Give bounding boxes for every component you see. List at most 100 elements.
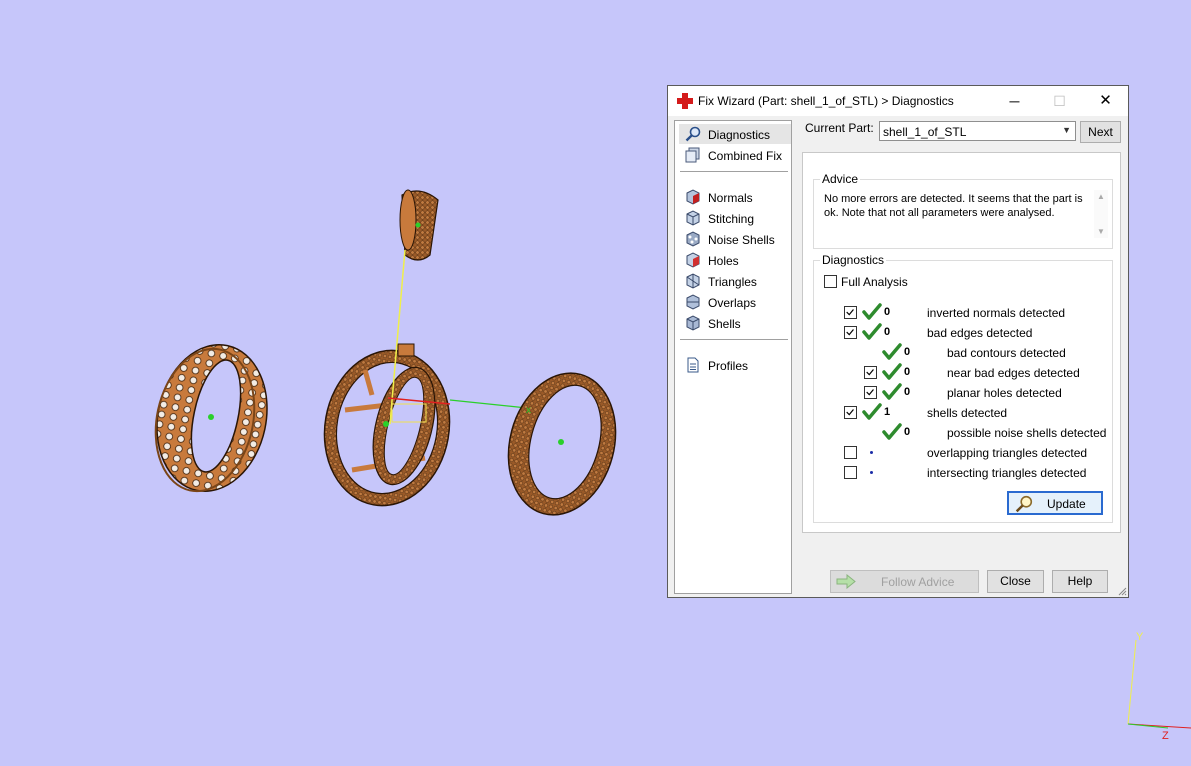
next-button[interactable]: Next [1080, 121, 1121, 143]
diagnostic-row-checkbox[interactable] [844, 466, 857, 479]
diagnostic-count: 0 [904, 426, 911, 438]
nav-item-profiles[interactable]: Profiles [679, 355, 791, 375]
green-check-icon [882, 423, 902, 440]
nav-label-profiles: Profiles [708, 359, 749, 373]
diagnostic-count: 0 [884, 326, 891, 338]
window-title: Fix Wizard (Part: shell_1_of_STL) > Diag… [698, 94, 954, 108]
nav-label-stitching: Stitching [708, 212, 755, 226]
diagnostic-count: 0 [904, 346, 911, 358]
diagnostic-label: planar holes detected [947, 386, 1062, 400]
green-check-icon [862, 323, 882, 340]
diagnostic-label: bad edges detected [927, 326, 1033, 340]
nav-label-combined-fix: Combined Fix [708, 149, 783, 163]
nav-item-noise-shells[interactable]: Noise Shells [679, 229, 791, 249]
fix-wizard-dialog: Fix Wizard (Part: shell_1_of_STL) > Diag… [667, 85, 1129, 598]
magnifier-icon [1015, 495, 1033, 513]
scroll-down-icon: ▼ [1097, 227, 1105, 236]
advice-text: No more errors are detected. It seems th… [824, 193, 1083, 219]
diagnostic-count: 0 [904, 386, 911, 398]
diagnostics-group: Diagnostics Full Analysis 0 inverted norm… [813, 253, 1113, 523]
pave-ring[interactable]: x [493, 361, 631, 527]
pendant-frame[interactable] [312, 189, 528, 516]
overlaps-cube-icon [686, 294, 700, 310]
current-part-select[interactable]: shell_1_of_STL ▼ [879, 121, 1076, 141]
shells-cube-icon [686, 315, 700, 331]
nav-item-combined-fix[interactable]: Combined Fix [679, 145, 791, 165]
diagnostic-row-checkbox[interactable] [864, 366, 877, 379]
diagnostic-row-checkbox[interactable] [844, 406, 857, 419]
green-check-icon [882, 363, 902, 380]
nav-separator [680, 171, 788, 172]
diagnostic-label: near bad edges detected [947, 366, 1080, 380]
follow-advice-button[interactable]: Follow Advice [830, 570, 979, 593]
nav-separator [680, 339, 788, 340]
normals-cube-icon [686, 189, 700, 205]
arrow-right-icon [836, 574, 856, 589]
diagnostic-count: 0 [904, 366, 911, 378]
nav-item-diagnostics[interactable]: Diagnostics [679, 124, 791, 144]
minimize-button[interactable]: ─ [992, 86, 1037, 116]
nav-item-normals[interactable]: Normals [679, 187, 791, 207]
nav-label-shells: Shells [708, 317, 741, 331]
diagnostic-label: bad contours detected [947, 346, 1066, 360]
advice-scrollbar[interactable]: ▲ ▼ [1094, 190, 1108, 238]
nav-item-overlaps[interactable]: Overlaps [679, 292, 791, 312]
pending-dot-icon [870, 471, 873, 474]
nav-label-holes: Holes [708, 254, 739, 268]
chevron-down-icon: ▼ [1062, 125, 1071, 135]
diagnostic-row-checkbox[interactable] [844, 326, 857, 339]
close-button[interactable]: Close [987, 570, 1044, 593]
checkmark-icon [846, 309, 854, 316]
pending-dot-icon [870, 451, 873, 454]
current-part-label: Current Part: [805, 121, 874, 135]
nav-item-shells[interactable]: Shells [679, 313, 791, 333]
holes-cube-icon [686, 252, 700, 268]
update-button[interactable]: Update [1007, 491, 1103, 515]
maximize-button[interactable]: ☐ [1037, 86, 1082, 116]
scroll-up-icon: ▲ [1097, 192, 1105, 201]
nav-label-triangles: Triangles [708, 275, 757, 289]
red-cross-icon [677, 93, 693, 109]
diagnostic-count: 1 [884, 406, 891, 418]
nav-item-triangles[interactable]: Triangles [679, 271, 791, 291]
axis-y-label: Y [1136, 631, 1144, 643]
checkmark-icon [866, 369, 874, 376]
diagnostic-row-checkbox[interactable] [844, 306, 857, 319]
diagnostic-label: intersecting triangles detected [927, 466, 1087, 480]
stitching-cube-icon [686, 210, 700, 226]
nav-item-stitching[interactable]: Stitching [679, 208, 791, 228]
axis-z-label: Z [1162, 730, 1169, 742]
diagnostic-count: 0 [884, 306, 891, 318]
update-label: Update [1047, 497, 1086, 511]
title-bar[interactable]: Fix Wizard (Part: shell_1_of_STL) > Diag… [668, 86, 1128, 116]
nav-label-normals: Normals [708, 191, 753, 205]
triangles-cube-icon [686, 273, 700, 289]
green-check-icon [862, 303, 882, 320]
noise-shells-icon [686, 231, 700, 247]
diagnostic-label: shells detected [927, 406, 1008, 420]
resize-grip-icon[interactable] [1117, 586, 1127, 596]
honeycomb-ring[interactable] [143, 334, 280, 501]
green-check-icon [882, 343, 902, 360]
full-analysis-checkbox[interactable] [824, 275, 837, 288]
diagnostics-title: Diagnostics [820, 253, 887, 267]
nav-label-overlaps: Overlaps [708, 296, 757, 310]
follow-advice-label: Follow Advice [881, 575, 955, 589]
close-window-button[interactable]: ✕ [1083, 86, 1128, 116]
checkmark-icon [846, 409, 854, 416]
diagnostic-label: overlapping triangles detected [927, 446, 1088, 460]
profiles-document-icon [687, 357, 699, 373]
diagnostic-row-checkbox[interactable] [844, 446, 857, 459]
diagnostics-panel: Advice No more errors are detected. It s… [802, 152, 1121, 533]
green-check-icon [862, 403, 882, 420]
diagnostic-label: possible noise shells detected [947, 426, 1107, 440]
advice-title: Advice [820, 172, 861, 186]
magnifier-icon [685, 126, 701, 142]
nav-label-diagnostics: Diagnostics [708, 128, 771, 142]
help-button[interactable]: Help [1052, 570, 1108, 593]
green-check-icon [882, 383, 902, 400]
combined-fix-icon [685, 147, 700, 163]
nav-item-holes[interactable]: Holes [679, 250, 791, 270]
diagnostic-row-checkbox[interactable] [864, 386, 877, 399]
advice-group: Advice No more errors are detected. It s… [813, 172, 1113, 249]
